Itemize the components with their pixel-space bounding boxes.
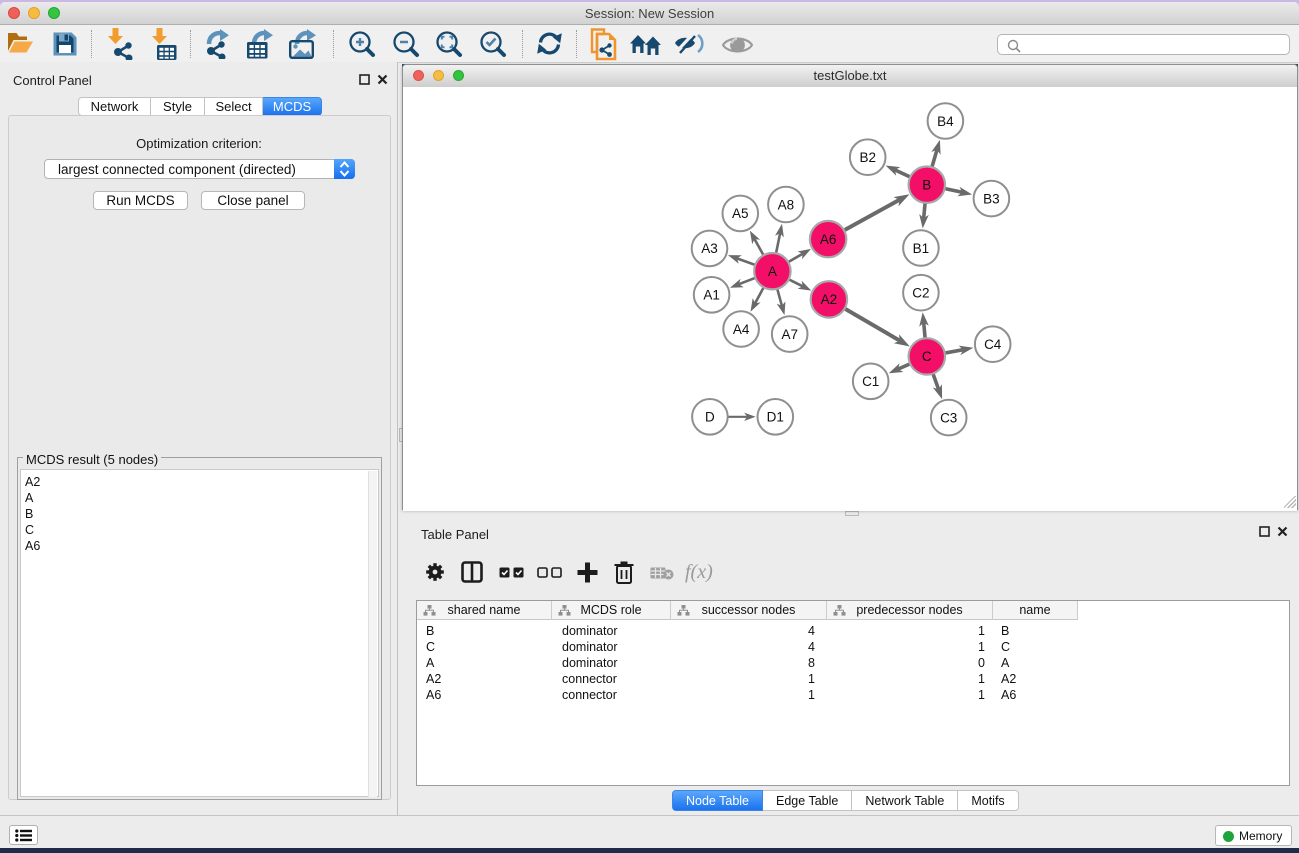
svg-text:C: C [922, 349, 932, 364]
svg-text:A: A [768, 264, 777, 279]
svg-text:A7: A7 [781, 327, 798, 342]
svg-text:C3: C3 [940, 410, 957, 425]
svg-text:C4: C4 [984, 337, 1002, 352]
svg-text:B2: B2 [859, 150, 876, 165]
svg-text:A4: A4 [733, 322, 750, 337]
svg-text:B3: B3 [983, 191, 1000, 206]
svg-text:B4: B4 [937, 114, 954, 129]
svg-text:A8: A8 [778, 197, 795, 212]
svg-text:A2: A2 [821, 292, 838, 307]
svg-text:D: D [705, 410, 715, 425]
svg-text:A5: A5 [732, 206, 749, 221]
svg-text:A1: A1 [703, 288, 720, 303]
svg-text:C1: C1 [862, 374, 879, 389]
svg-text:A3: A3 [701, 241, 718, 256]
svg-text:B: B [922, 178, 931, 193]
svg-text:C2: C2 [912, 286, 929, 301]
svg-text:B1: B1 [913, 241, 930, 256]
svg-text:A6: A6 [820, 232, 837, 247]
svg-text:D1: D1 [767, 410, 784, 425]
